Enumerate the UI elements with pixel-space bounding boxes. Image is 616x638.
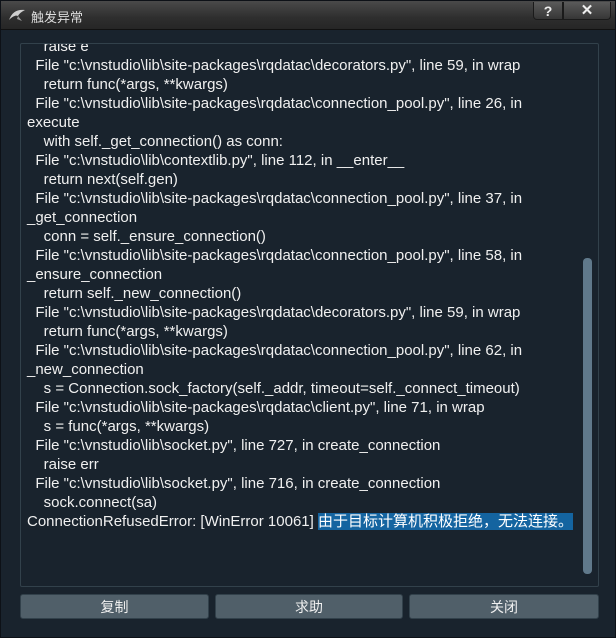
help-button[interactable]: ? (533, 2, 563, 20)
trace-line: return self._new_connection() (27, 285, 242, 302)
trace-line: File "c:\vnstudio\lib\contextlib.py", li… (27, 152, 405, 169)
ask-help-button[interactable]: 求助 (215, 594, 403, 619)
trace-line: raise err (27, 456, 99, 473)
trace-line: execute (27, 114, 80, 131)
error-message: ConnectionRefusedError: [WinError 10061] (27, 513, 318, 530)
window-title: 触发异常 (31, 10, 84, 25)
exception-dialog: 触发异常 ? ✕ raise e File "c:\vnstudio\lib\s… (0, 0, 616, 638)
trace-line: _ensure_connection (27, 266, 163, 283)
trace-line: return next(self.gen) (27, 171, 178, 188)
trace-line: _get_connection (27, 209, 138, 226)
copy-button[interactable]: 复制 (20, 594, 209, 619)
trace-line: raise e (27, 43, 89, 55)
close-button[interactable]: 关闭 (409, 594, 599, 619)
trace-line: with self._get_connection() as conn: (27, 133, 283, 150)
trace-line: File "c:\vnstudio\lib\socket.py", line 7… (27, 475, 441, 492)
trace-line: return func(*args, **kwargs) (27, 76, 228, 93)
trace-line: sock.connect(sa) (27, 494, 158, 511)
trace-line: File "c:\vnstudio\lib\socket.py", line 7… (27, 437, 441, 454)
trace-line: File "c:\vnstudio\lib\site-packages\rqda… (27, 190, 523, 207)
trace-line: File "c:\vnstudio\lib\site-packages\rqda… (27, 399, 485, 416)
trace-line: s = Connection.sock_factory(self._addr, … (27, 380, 520, 397)
app-logo-icon (9, 9, 25, 21)
trace-line: _new_connection (27, 361, 144, 378)
trace-line: File "c:\vnstudio\lib\site-packages\rqda… (27, 342, 523, 359)
trace-line: File "c:\vnstudio\lib\site-packages\rqda… (27, 304, 521, 321)
scrollbar-thumb[interactable] (583, 258, 592, 574)
trace-line: File "c:\vnstudio\lib\site-packages\rqda… (27, 57, 521, 74)
trace-line: File "c:\vnstudio\lib\site-packages\rqda… (27, 247, 523, 264)
title-bar[interactable]: 触发异常 ? ✕ (1, 1, 615, 30)
selected-error-text[interactable]: 由于目标计算机积极拒绝，无法连接。 (317, 513, 573, 530)
trace-line: conn = self._ensure_connection() (27, 228, 266, 245)
trace-line: return func(*args, **kwargs) (27, 323, 228, 340)
traceback-text-area[interactable]: raise e File "c:\vnstudio\lib\site-packa… (20, 43, 599, 587)
close-window-button[interactable]: ✕ (563, 2, 611, 20)
trace-line: File "c:\vnstudio\lib\site-packages\rqda… (27, 95, 523, 112)
trace-line: s = func(*args, **kwargs) (27, 418, 210, 435)
vertical-scrollbar[interactable] (581, 44, 597, 586)
traceback-text: raise e File "c:\vnstudio\lib\site-packa… (27, 43, 575, 531)
